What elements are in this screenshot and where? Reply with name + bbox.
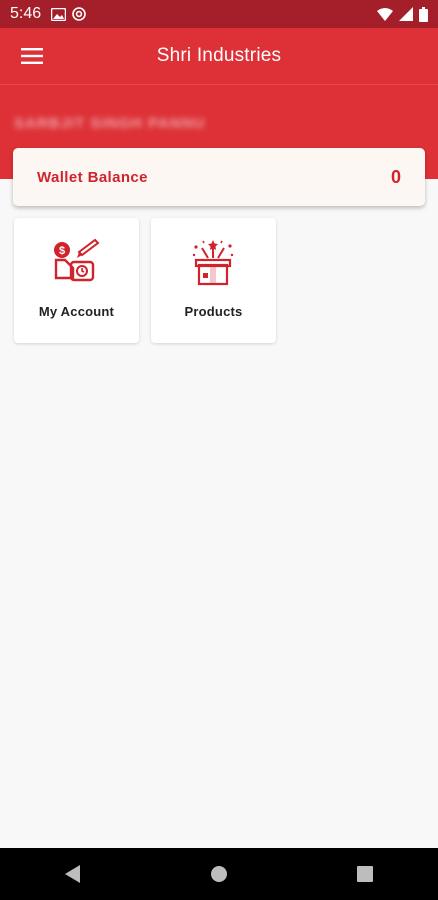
battery-icon bbox=[419, 6, 428, 22]
image-icon bbox=[51, 7, 67, 21]
status-bar: 5:46 bbox=[0, 0, 438, 28]
nav-home-button[interactable] bbox=[189, 848, 249, 900]
gift-box-icon bbox=[192, 240, 234, 286]
nav-recents-button[interactable] bbox=[335, 848, 395, 900]
wallet-balance-card[interactable]: Wallet Balance 0 bbox=[13, 148, 425, 206]
account-money-icon: $ bbox=[54, 238, 100, 282]
my-account-tile[interactable]: $ My Account bbox=[14, 218, 139, 343]
back-icon bbox=[65, 865, 80, 883]
products-label: Products bbox=[184, 304, 243, 319]
svg-text:$: $ bbox=[59, 245, 65, 257]
wallet-balance-value: 0 bbox=[390, 166, 401, 187]
wallet-balance-label: Wallet Balance bbox=[37, 168, 148, 186]
status-icons-left bbox=[51, 7, 86, 21]
user-name: SARBJIT SINGH PANNU bbox=[14, 115, 206, 132]
nav-back-button[interactable] bbox=[43, 848, 103, 900]
system-nav-bar bbox=[0, 848, 438, 900]
home-icon bbox=[211, 866, 227, 882]
app-title: Shri Industries bbox=[156, 45, 282, 66]
wifi-icon bbox=[377, 7, 393, 21]
status-icons-right bbox=[377, 6, 428, 22]
signal-icon bbox=[399, 7, 413, 21]
recents-icon bbox=[357, 866, 373, 882]
status-time: 5:46 bbox=[10, 5, 42, 22]
my-account-label: My Account bbox=[38, 304, 115, 319]
at-sign-icon bbox=[72, 7, 86, 21]
toolbar: Shri Industries bbox=[0, 28, 438, 84]
products-tile[interactable]: Products bbox=[151, 218, 276, 343]
